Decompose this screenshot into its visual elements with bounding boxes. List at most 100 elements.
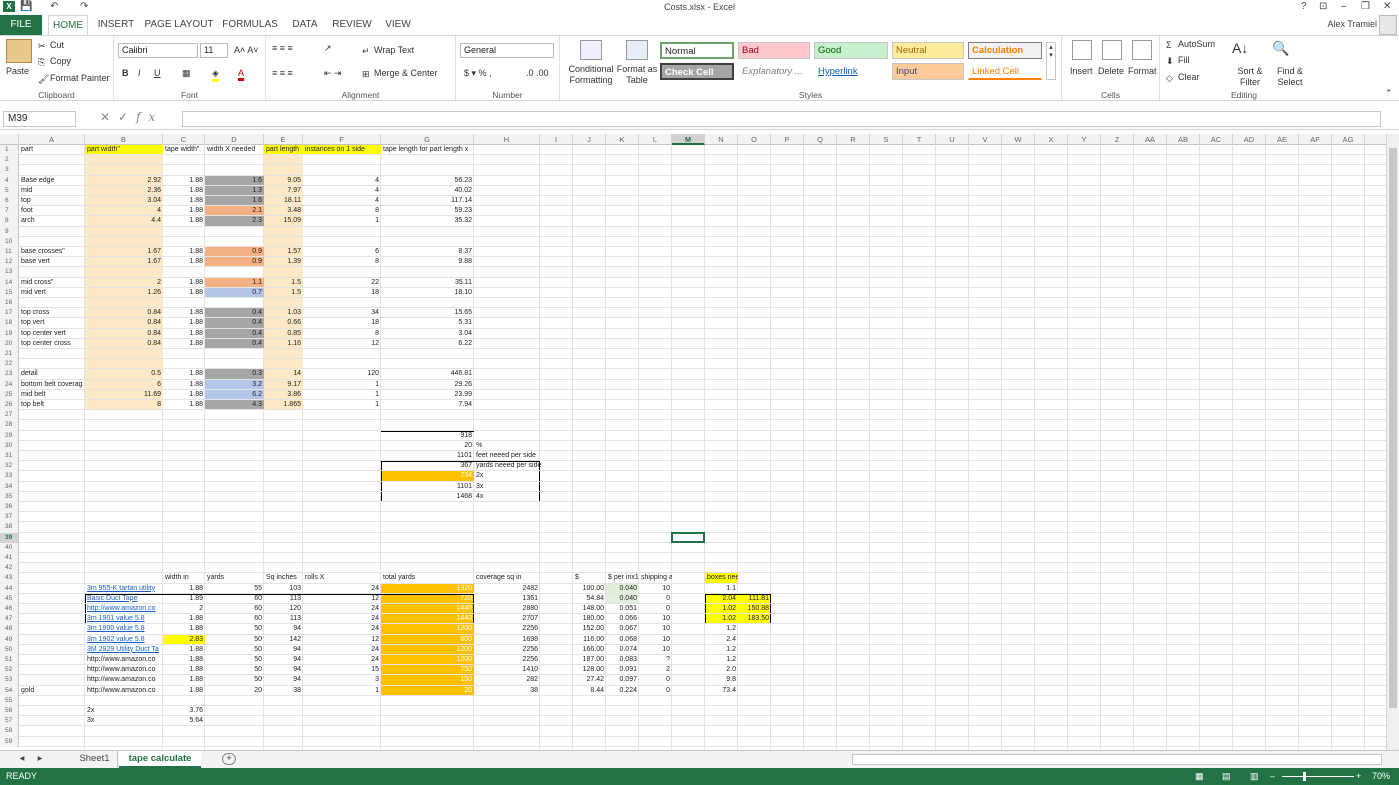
cell-d7[interactable]: 2.1	[205, 206, 264, 216]
cell-c15[interactable]: 1.88	[163, 288, 205, 298]
cell-h50[interactable]: 2256	[474, 645, 540, 655]
cell-d14[interactable]: 1.1	[205, 278, 264, 288]
cell-e1[interactable]: part length	[264, 145, 303, 155]
cell-e43[interactable]: Sq inches	[264, 573, 303, 583]
column-header-h[interactable]: H	[474, 134, 540, 145]
tab-page-layout[interactable]: PAGE LAYOUT	[144, 15, 214, 35]
row-header-6[interactable]: 6	[0, 196, 19, 207]
cell-g50[interactable]: 1200	[381, 645, 474, 655]
bold-button[interactable]: B	[122, 68, 129, 78]
cell-g54[interactable]: 20	[381, 686, 474, 696]
cell-l54[interactable]: 0	[639, 686, 672, 696]
cell-b6[interactable]: 3.04	[85, 196, 163, 206]
cell-f24[interactable]: 1	[303, 380, 381, 390]
cell-d47[interactable]: 60	[205, 614, 264, 624]
cell-d52[interactable]: 50	[205, 665, 264, 675]
cell-e12[interactable]: 1.39	[264, 257, 303, 267]
cell-a6[interactable]: top	[19, 196, 85, 206]
cell-l45[interactable]: 0	[639, 594, 672, 604]
row-header-58[interactable]: 58	[0, 726, 19, 737]
cell-b46[interactable]: http://www.amazon.co	[85, 604, 163, 614]
row-header-19[interactable]: 19	[0, 328, 19, 339]
cell-c19[interactable]: 1.88	[163, 329, 205, 339]
cell-d51[interactable]: 50	[205, 655, 264, 665]
merge-center-button[interactable]: ⊞ Merge & Center	[362, 68, 438, 79]
cell-g15[interactable]: 18.10	[381, 288, 474, 298]
cell-d8[interactable]: 2.3	[205, 216, 264, 226]
cell-n49[interactable]: 2.4	[705, 635, 738, 645]
cell-g23[interactable]: 446.81	[381, 369, 474, 379]
cell-k48[interactable]: 0.067	[606, 624, 639, 634]
cell-g1[interactable]: tape length for part length x	[381, 145, 474, 155]
column-header-af[interactable]: AF	[1299, 134, 1332, 145]
row-header-12[interactable]: 12	[0, 257, 19, 268]
select-all-corner[interactable]	[0, 134, 19, 145]
cell-b23[interactable]: 0.5	[85, 369, 163, 379]
cell-c26[interactable]: 1.88	[163, 400, 205, 410]
column-header-y[interactable]: Y	[1068, 134, 1101, 145]
cell-c11[interactable]: 1.88	[163, 247, 205, 257]
help-button[interactable]: ?	[1301, 1, 1307, 12]
cell-d43[interactable]: yards	[205, 573, 264, 583]
cell-a26[interactable]: top belt	[19, 400, 85, 410]
row-header-28[interactable]: 28	[0, 420, 19, 431]
column-header-b[interactable]: B	[85, 134, 163, 145]
sort-filter-icon[interactable]: A↓	[1232, 40, 1248, 56]
cell-d46[interactable]: 60	[205, 604, 264, 614]
style-check-cell[interactable]: Check Cell	[660, 63, 734, 80]
cell-h34[interactable]: 3x	[474, 482, 580, 492]
wrap-text-button[interactable]: ↵ Wrap Text	[362, 45, 414, 56]
cell-d17[interactable]: 0.4	[205, 308, 264, 318]
cell-e51[interactable]: 94	[264, 655, 303, 665]
row-header-45[interactable]: 45	[0, 593, 19, 604]
cell-c56[interactable]: 3.76	[163, 706, 205, 716]
cell-b20[interactable]: 0.84	[85, 339, 163, 349]
column-header-o[interactable]: O	[738, 134, 771, 145]
cell-b5[interactable]: 2.36	[85, 186, 163, 196]
cell-a17[interactable]: top cross	[19, 308, 85, 318]
cell-j52[interactable]: 128.00	[573, 665, 606, 675]
row-header-34[interactable]: 34	[0, 481, 19, 492]
cell-a23[interactable]: detail	[19, 369, 85, 379]
cell-k53[interactable]: 0.097	[606, 675, 639, 685]
row-header-32[interactable]: 32	[0, 461, 19, 472]
cell-a12[interactable]: base vert	[19, 257, 85, 267]
cell-c44[interactable]: 1.88	[163, 584, 205, 594]
cell-d1[interactable]: width X needed	[205, 145, 264, 155]
column-header-l[interactable]: L	[639, 134, 672, 145]
align-top-icon[interactable]: ≡ ≡ ≡	[272, 43, 293, 53]
cell-k47[interactable]: 0.066	[606, 614, 639, 624]
cell-b54[interactable]: http://www.amazon.co	[85, 686, 163, 696]
row-header-23[interactable]: 23	[0, 369, 19, 380]
styles-scroll-icon[interactable]: ▴ ▾	[1046, 42, 1056, 80]
column-header-c[interactable]: C	[163, 134, 205, 145]
column-header-ag[interactable]: AG	[1332, 134, 1365, 145]
row-header-7[interactable]: 7	[0, 206, 19, 217]
cell-e52[interactable]: 94	[264, 665, 303, 675]
close-button[interactable]: ✕	[1383, 1, 1391, 12]
cell-g7[interactable]: 59.23	[381, 206, 474, 216]
cell-a14[interactable]: mid cross"	[19, 278, 85, 288]
style-neutral[interactable]: Neutral	[892, 42, 964, 59]
row-header-47[interactable]: 47	[0, 614, 19, 625]
cell-k46[interactable]: 0.051	[606, 604, 639, 614]
cell-a20[interactable]: top center cross	[19, 339, 85, 349]
borders-icon[interactable]: ▦	[182, 68, 191, 79]
fill-button[interactable]: ⬇ Fill	[1166, 55, 1190, 66]
horizontal-scrollbar[interactable]	[852, 754, 1382, 765]
delete-cells-icon[interactable]	[1102, 40, 1122, 60]
cell-a7[interactable]: foot	[19, 206, 85, 216]
underline-button[interactable]: U	[154, 68, 161, 78]
cell-e5[interactable]: 7.97	[264, 186, 303, 196]
cell-c54[interactable]: 1.88	[163, 686, 205, 696]
cell-b44[interactable]: 3m 955-K tartan utility	[85, 584, 163, 594]
cell-j53[interactable]: 27.42	[573, 675, 606, 685]
cell-a24[interactable]: bottom belt coverag	[19, 380, 85, 390]
cell-d11[interactable]: 0.9	[205, 247, 264, 257]
cell-k52[interactable]: 0.091	[606, 665, 639, 675]
cell-e8[interactable]: 15.09	[264, 216, 303, 226]
column-header-t[interactable]: T	[903, 134, 936, 145]
row-header-35[interactable]: 35	[0, 491, 19, 502]
cell-g35[interactable]: 1468	[381, 492, 474, 502]
cell-f20[interactable]: 12	[303, 339, 381, 349]
